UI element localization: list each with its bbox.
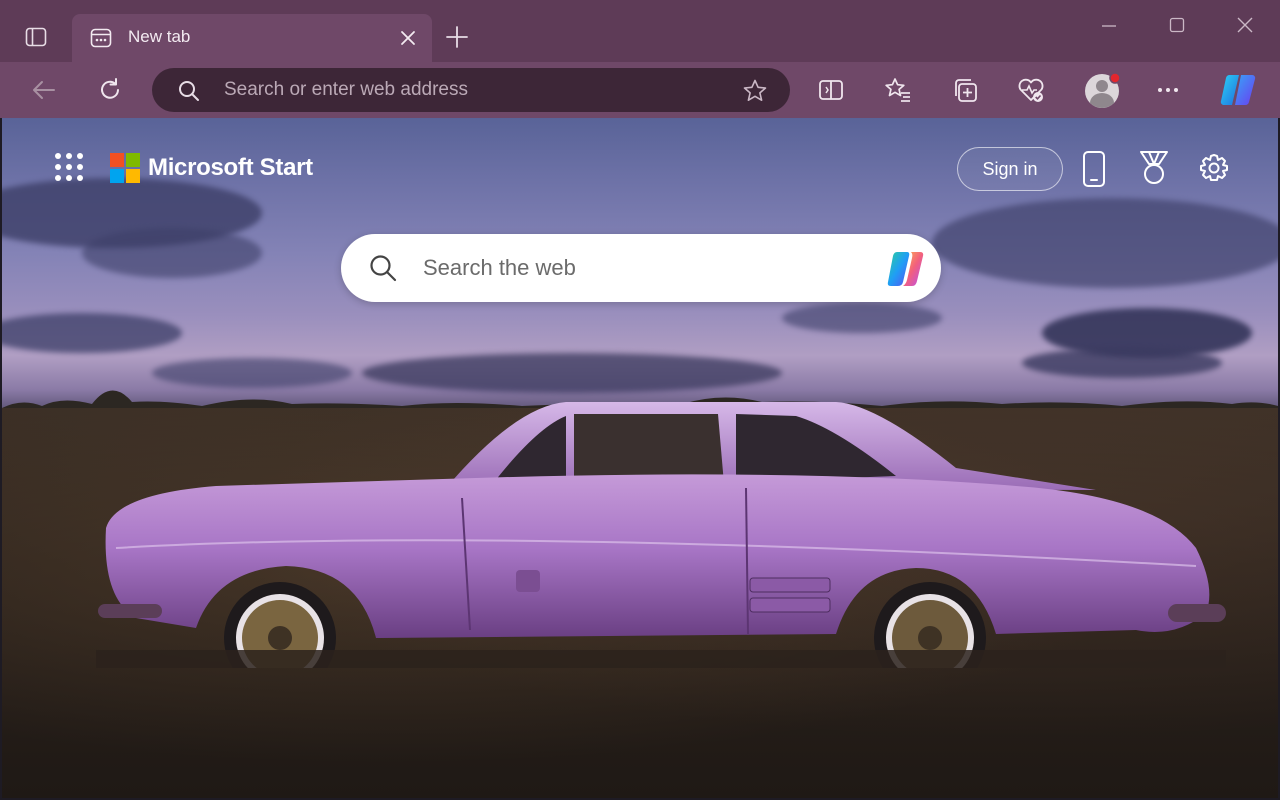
sign-in-button[interactable]: Sign in [957,147,1063,191]
window-close-button[interactable] [1230,12,1260,38]
browser-toolbar [0,62,1280,118]
new-tab-page: Microsoft Start Sign in [2,118,1278,798]
maximize-icon [1169,17,1185,33]
split-screen-button[interactable] [815,74,847,106]
rewards-button[interactable] [1137,150,1171,186]
rewards-trophy-icon [1140,151,1168,184]
favorites-button[interactable] [882,74,914,106]
collections-icon [955,79,977,102]
close-icon[interactable] [398,28,418,48]
address-bar[interactable] [152,68,790,112]
more-button[interactable] [1152,74,1184,106]
purple-car [96,402,1226,668]
new-tab-button[interactable] [444,24,470,50]
refresh-button[interactable] [94,74,126,106]
tab-new-tab[interactable]: New tab [72,14,432,62]
sidebar-toggle-icon[interactable] [24,25,48,49]
star-icon[interactable] [742,78,768,104]
apps-grid-icon [55,153,83,181]
copilot-icon [1220,74,1256,106]
settings-button[interactable] [1198,152,1230,184]
microsoft-logo-icon [110,153,140,183]
collections-button[interactable] [949,74,981,106]
refresh-icon [101,78,119,99]
split-screen-icon [819,80,843,100]
back-button[interactable] [28,74,60,106]
close-icon [1237,17,1253,33]
more-dots-icon [1158,88,1178,92]
profile-avatar-icon [1085,72,1121,108]
maximize-button[interactable] [1162,12,1192,38]
browser-essentials-icon [1018,78,1044,102]
title-bar: New tab [0,0,1280,62]
apps-grid-button[interactable] [54,152,84,182]
address-input[interactable] [224,76,724,104]
tab-title: New tab [128,27,191,46]
microsoft-start-logo[interactable]: Microsoft Start [110,152,313,184]
phone-icon [1083,151,1105,187]
profile-button[interactable] [1083,70,1123,110]
gear-icon [1200,154,1228,181]
copilot-button[interactable] [1218,70,1260,110]
favorites-icon [885,78,910,102]
minimize-button[interactable] [1094,12,1124,38]
browser-essentials-button[interactable] [1015,74,1047,106]
search-icon [369,254,397,282]
tab-page-icon [90,27,112,49]
brand-name: Microsoft Start [148,154,313,181]
web-search-input[interactable] [423,252,863,284]
minimize-icon [1102,25,1116,27]
copilot-icon[interactable] [883,246,929,290]
web-search-box[interactable] [341,234,941,302]
back-arrow-icon [33,81,55,99]
search-icon [178,80,200,102]
plus-icon [446,26,468,48]
phone-button[interactable] [1080,150,1108,188]
